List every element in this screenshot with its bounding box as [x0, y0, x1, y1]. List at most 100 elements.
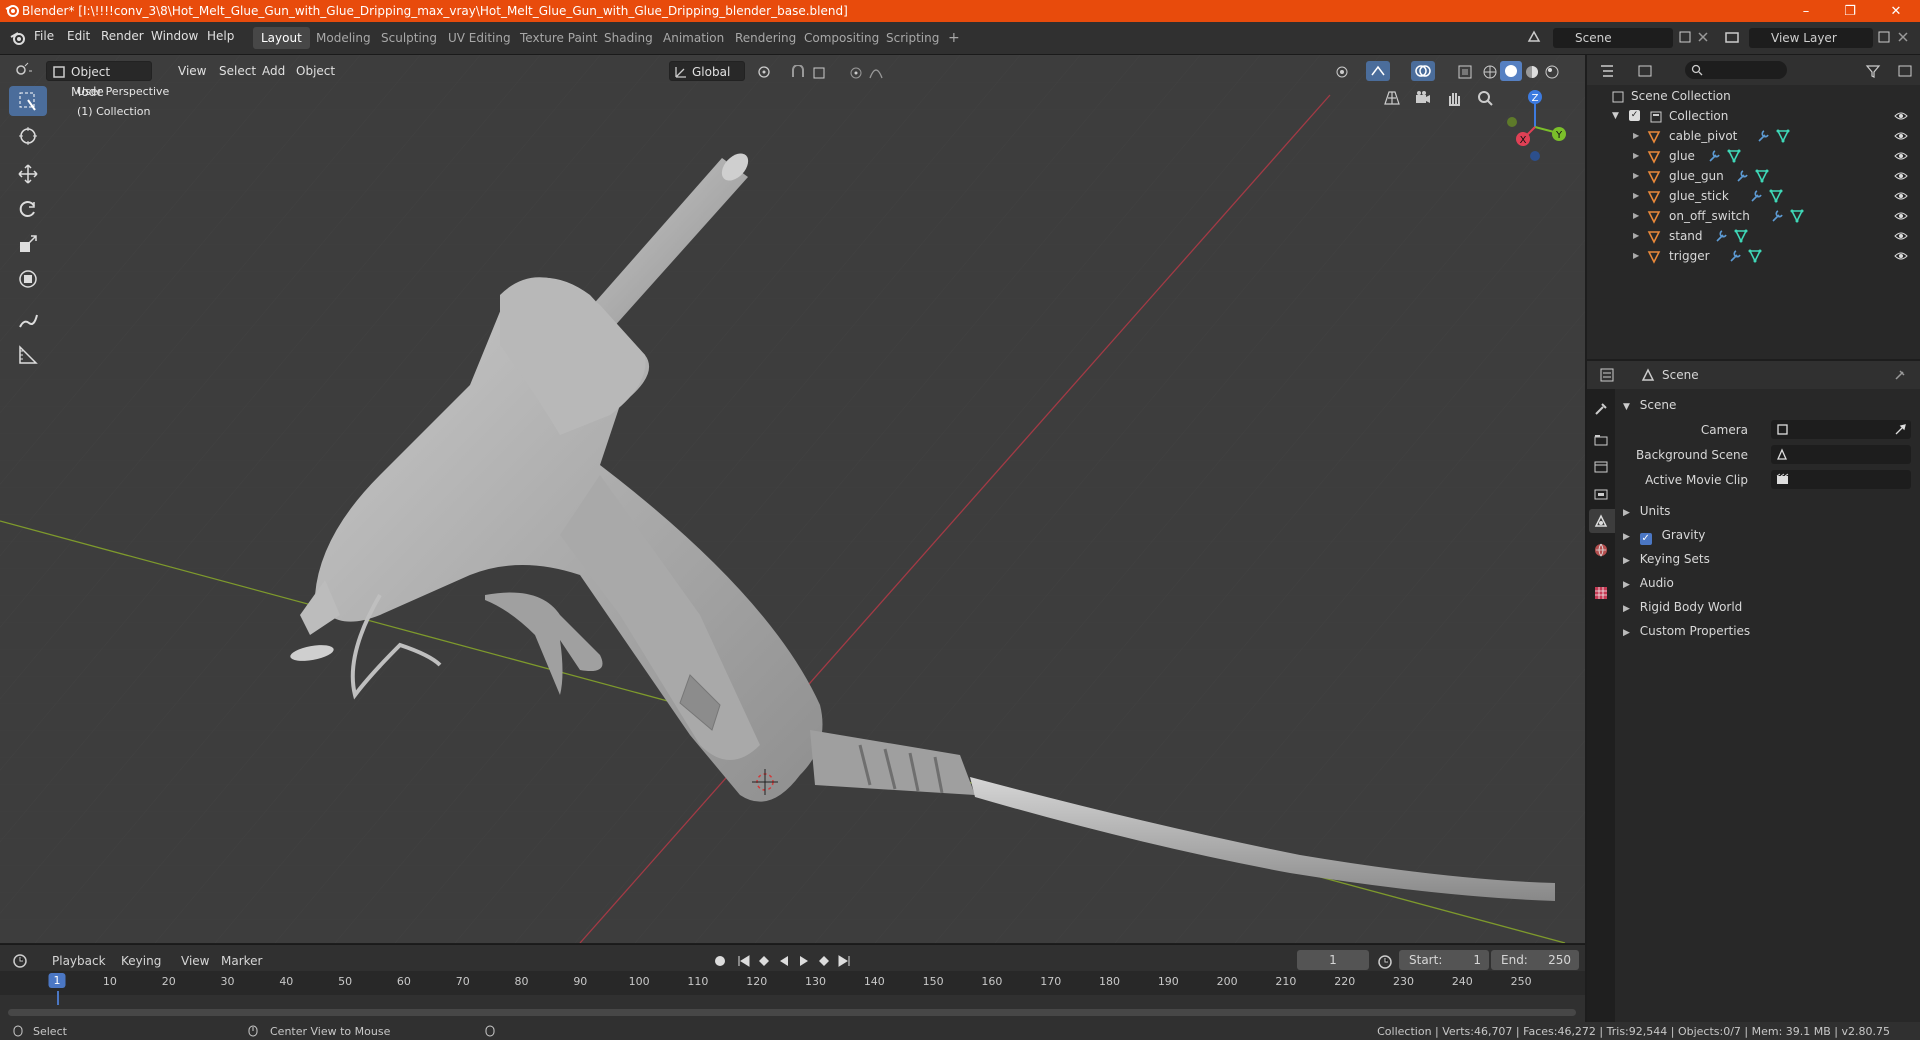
playhead-line[interactable]	[57, 991, 59, 1005]
rendered-shading-icon[interactable]	[1544, 64, 1560, 80]
prev-keyframe-icon[interactable]	[756, 953, 772, 969]
pivot-point-icon[interactable]	[756, 65, 786, 81]
falloff-icon[interactable]	[868, 65, 898, 81]
zoom-view-button[interactable]	[1472, 85, 1498, 111]
camera-view-button[interactable]	[1410, 85, 1436, 111]
mesh-data-icon[interactable]	[1790, 209, 1804, 223]
visibility-eye-icon[interactable]	[1894, 150, 1908, 162]
tab-compositing[interactable]: Compositing	[796, 27, 887, 49]
current-frame-marker[interactable]: 1	[48, 973, 66, 988]
gizmo-toggle-button[interactable]	[1366, 61, 1390, 81]
menu-playback[interactable]: Playback	[52, 954, 106, 968]
menu-add[interactable]: Add	[256, 61, 291, 81]
timeline-editor-icon[interactable]	[12, 953, 40, 969]
mesh-data-icon[interactable]	[1734, 229, 1748, 243]
new-view-layer-icon[interactable]	[1877, 30, 1891, 44]
menu-window[interactable]: Window	[151, 29, 198, 43]
collection-checkbox[interactable]: ✓	[1629, 110, 1640, 121]
visibility-eye-icon[interactable]	[1894, 210, 1908, 222]
scene-panel-header[interactable]: ▼ Scene	[1623, 398, 1913, 412]
tab-uv-editing[interactable]: UV Editing	[440, 27, 519, 49]
active-movie-clip-field[interactable]	[1771, 470, 1911, 489]
expand-arrow-icon[interactable]: ▶	[1633, 126, 1639, 146]
expand-arrow-icon[interactable]: ▶	[1633, 186, 1639, 206]
tab-shading[interactable]: Shading	[596, 27, 661, 49]
tab-texture-paint[interactable]: Texture Paint	[512, 27, 605, 49]
expand-arrow-icon[interactable]: ▶	[1633, 166, 1639, 186]
collection-row[interactable]: ▼ ✓ Collection	[1587, 106, 1920, 126]
visibility-eye-icon[interactable]	[1894, 230, 1908, 242]
menu-render[interactable]: Render	[101, 29, 144, 43]
mesh-data-icon[interactable]	[1755, 169, 1769, 183]
tab-sculpting[interactable]: Sculpting	[373, 27, 445, 49]
scene-selector[interactable]: Scene	[1553, 28, 1673, 48]
tab-scripting[interactable]: Scripting	[878, 27, 947, 49]
rotate-tool[interactable]	[9, 194, 47, 224]
select-box-tool[interactable]	[9, 86, 47, 116]
pan-view-button[interactable]	[1441, 85, 1467, 111]
modifier-wrench-icon[interactable]	[1756, 129, 1770, 143]
toggle-ortho-button[interactable]	[1379, 85, 1405, 111]
remove-scene-icon[interactable]	[1696, 30, 1710, 44]
world-tab-icon[interactable]	[1593, 542, 1609, 558]
rigid-body-world-panel[interactable]: ▶ Rigid Body World	[1623, 600, 1742, 614]
proportional-edit-icon[interactable]	[848, 65, 864, 81]
mesh-data-icon[interactable]	[1748, 249, 1762, 263]
visibility-eye-icon[interactable]	[1894, 250, 1908, 262]
new-scene-icon[interactable]	[1678, 30, 1692, 44]
outliner-object-row[interactable]: ▶ glue_stick	[1587, 186, 1920, 206]
maximize-button[interactable]: ❐	[1827, 0, 1873, 22]
collapse-arrow-icon[interactable]: ▼	[1612, 106, 1619, 126]
camera-field[interactable]	[1771, 420, 1911, 439]
modifier-wrench-icon[interactable]	[1770, 209, 1784, 223]
visibility-filter-icon[interactable]	[1334, 64, 1364, 80]
visibility-eye-icon[interactable]	[1894, 190, 1908, 202]
snap-icon[interactable]	[790, 65, 810, 81]
current-frame-field[interactable]: 1	[1297, 950, 1369, 970]
filter-icon[interactable]	[1865, 63, 1893, 79]
menu-marker[interactable]: Marker	[221, 954, 262, 968]
tool-tab-icon[interactable]	[1593, 401, 1609, 417]
blender-menu-icon[interactable]	[10, 30, 26, 46]
next-keyframe-icon[interactable]	[816, 953, 832, 969]
view-layer-tab-icon[interactable]	[1593, 486, 1609, 502]
expand-arrow-icon[interactable]: ▶	[1633, 206, 1639, 226]
gravity-panel[interactable]: ▶ ✓ Gravity	[1623, 528, 1705, 545]
texture-tab-icon[interactable]	[1593, 585, 1609, 601]
expand-arrow-icon[interactable]: ▶	[1633, 226, 1639, 246]
menu-object[interactable]: Object	[290, 61, 341, 81]
play-icon[interactable]	[796, 953, 812, 969]
expand-arrow-icon[interactable]: ▶	[1633, 146, 1639, 166]
mesh-data-icon[interactable]	[1776, 129, 1790, 143]
snap-target-icon[interactable]	[812, 65, 842, 81]
play-reverse-icon[interactable]	[776, 953, 792, 969]
measure-tool[interactable]	[9, 340, 47, 370]
outliner-object-row[interactable]: ▶ glue_gun	[1587, 166, 1920, 186]
navigation-gizmo[interactable]: Z Y X	[1500, 85, 1580, 165]
outliner-editor-icon[interactable]	[1599, 63, 1627, 79]
mesh-data-icon[interactable]	[1727, 149, 1741, 163]
outliner-object-row[interactable]: ▶ on_off_switch	[1587, 206, 1920, 226]
cursor-tool[interactable]	[9, 121, 47, 151]
material-shading-icon[interactable]	[1524, 64, 1540, 80]
minimize-button[interactable]: –	[1783, 0, 1829, 22]
modifier-wrench-icon[interactable]	[1707, 149, 1721, 163]
editor-type-button[interactable]	[8, 61, 42, 81]
visibility-eye-icon[interactable]	[1894, 130, 1908, 142]
move-tool[interactable]	[9, 159, 47, 189]
gravity-checkbox[interactable]: ✓	[1639, 533, 1652, 545]
modifier-wrench-icon[interactable]	[1735, 169, 1749, 183]
orientation-selector[interactable]: Global	[669, 61, 745, 81]
scene-tab[interactable]	[1589, 509, 1615, 533]
menu-timeline-view[interactable]: View	[181, 954, 209, 968]
outliner-object-row[interactable]: ▶ glue	[1587, 146, 1920, 166]
remove-view-layer-icon[interactable]	[1896, 30, 1910, 44]
keying-sets-panel[interactable]: ▶ Keying Sets	[1623, 552, 1710, 566]
display-mode-icon[interactable]	[1637, 63, 1665, 79]
render-tab-icon[interactable]	[1593, 432, 1609, 448]
outliner-search-input[interactable]	[1685, 61, 1787, 79]
menu-file[interactable]: File	[34, 29, 54, 43]
units-panel[interactable]: ▶ Units	[1623, 504, 1670, 518]
record-icon[interactable]	[712, 953, 732, 969]
properties-editor-icon[interactable]	[1599, 367, 1627, 383]
